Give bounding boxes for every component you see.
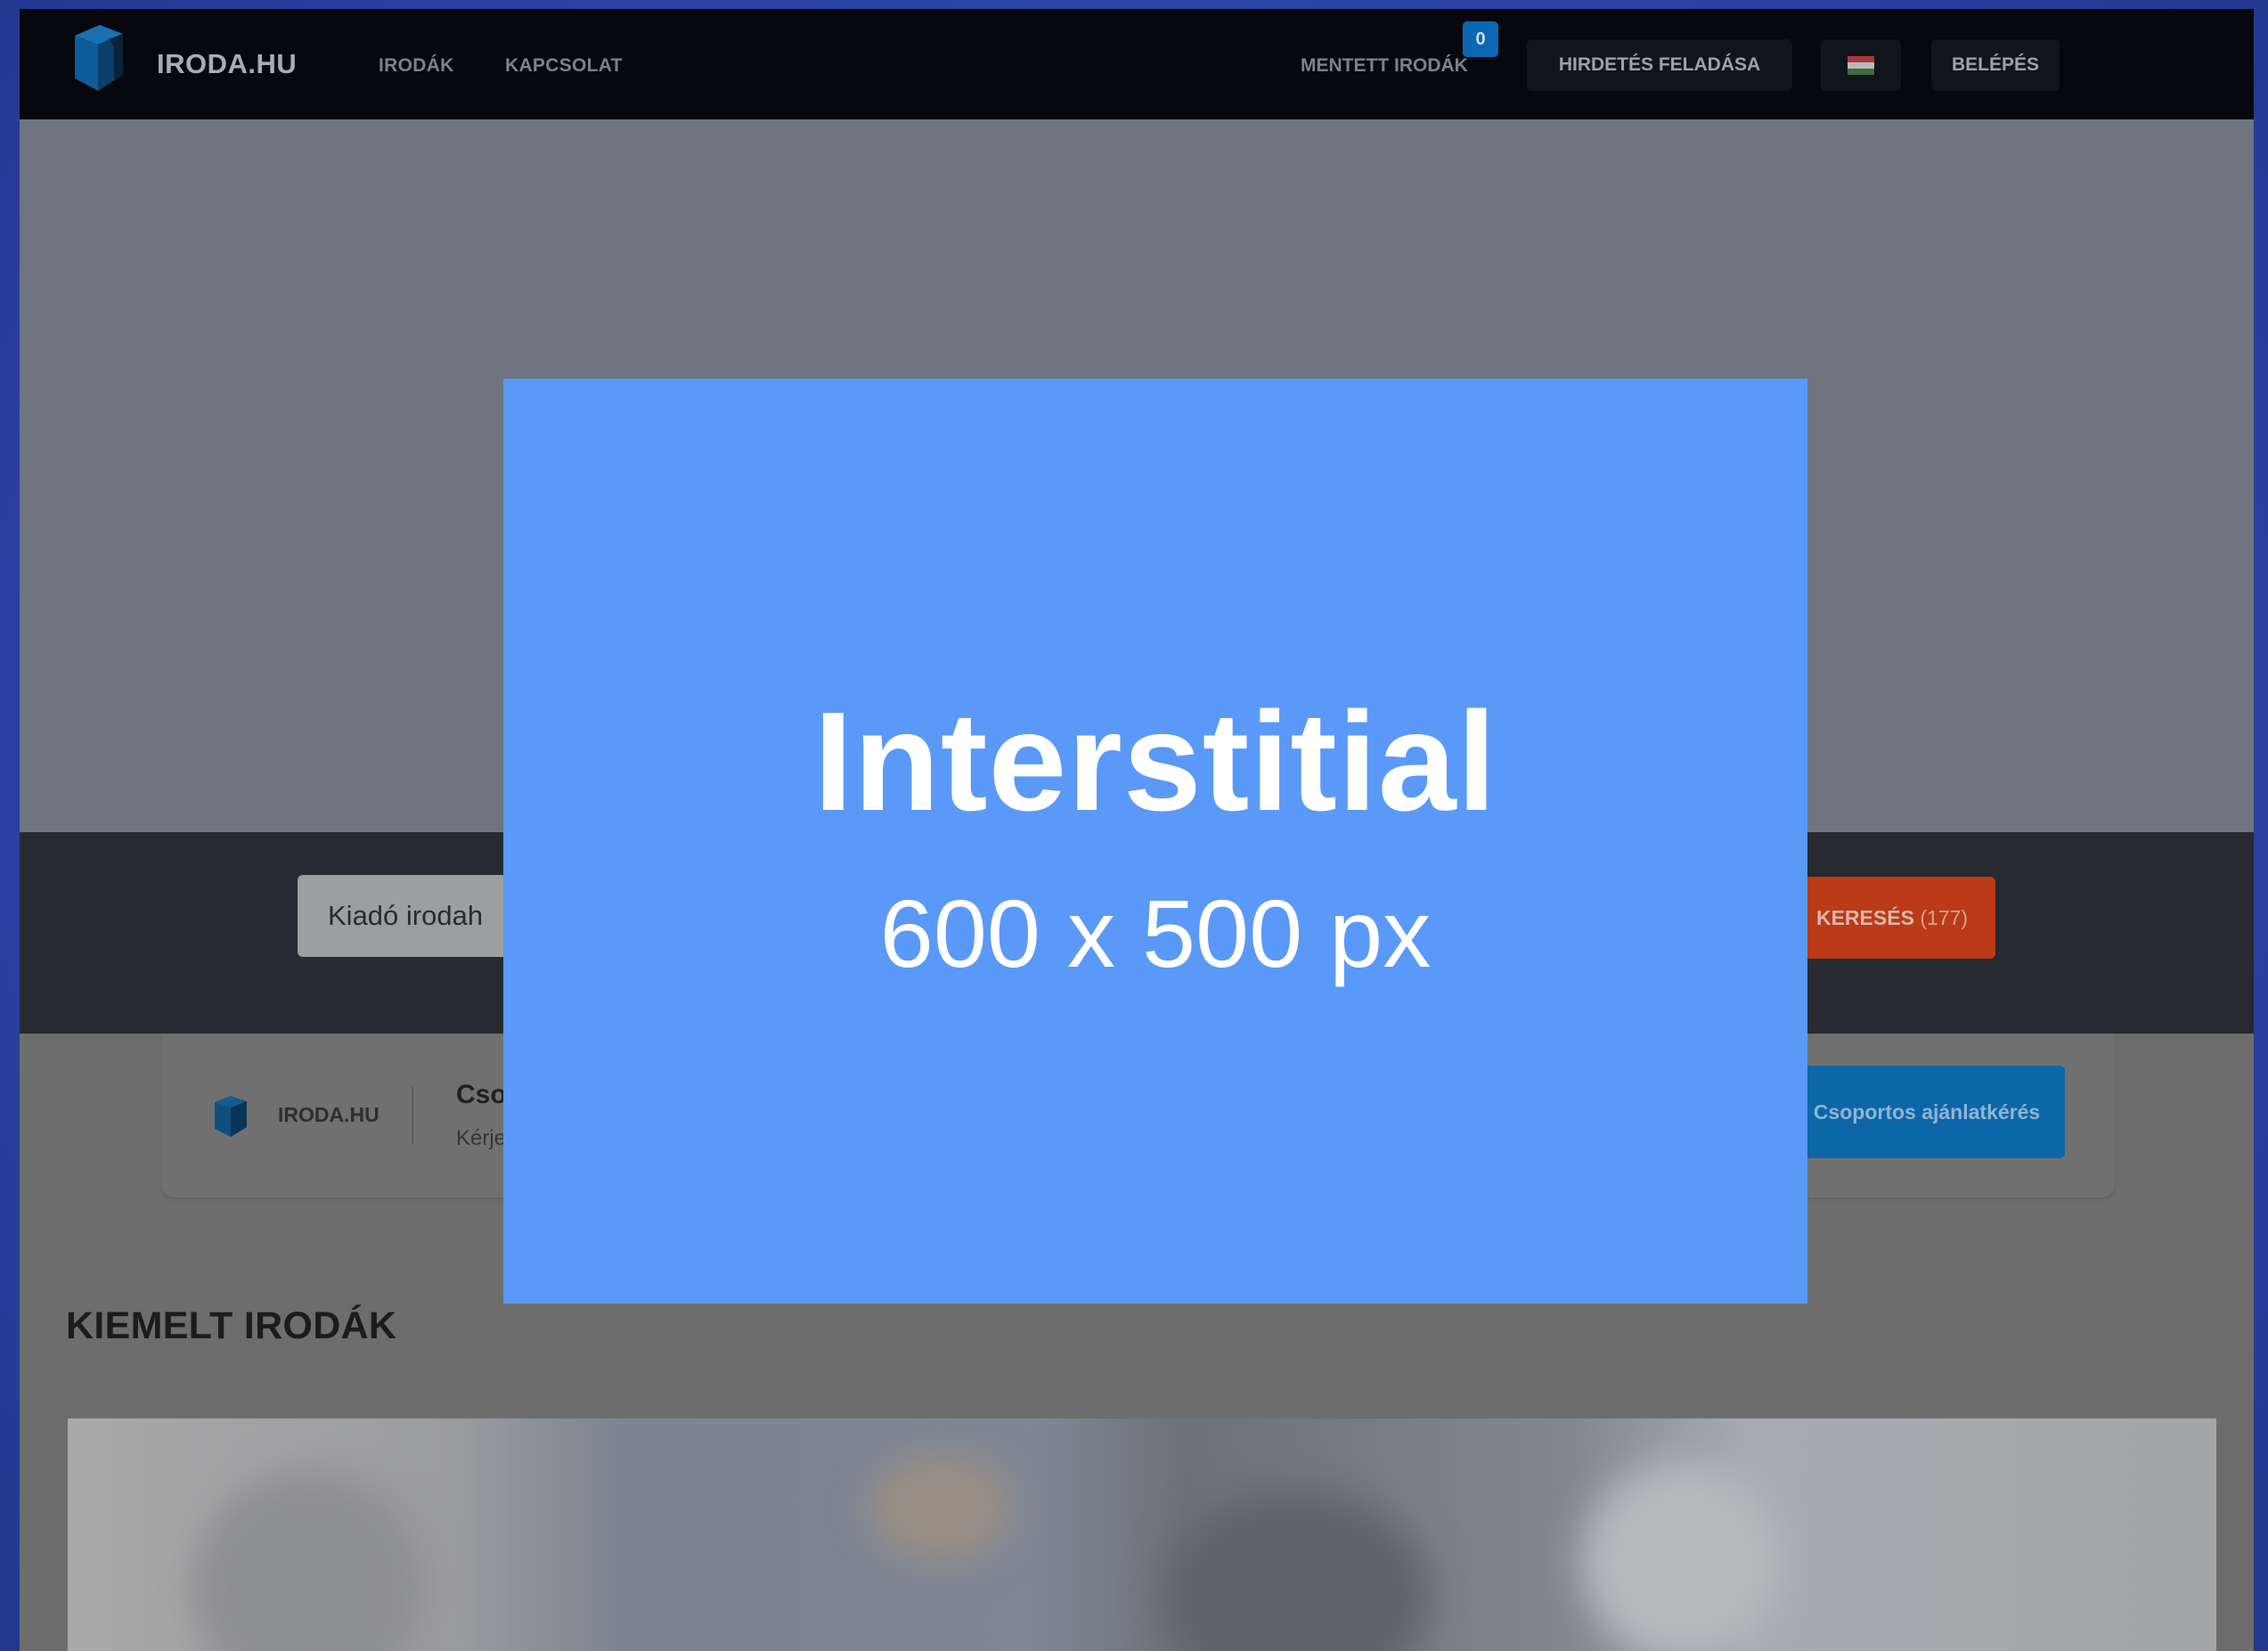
hungary-flag-icon	[1848, 56, 1874, 75]
ad-size-label: 600 x 500 px	[879, 879, 1432, 987]
offer-logo-text: IRODA.HU	[278, 1103, 379, 1126]
saved-offices-link[interactable]: MENTETT IRODÁK	[1301, 55, 1468, 77]
group-quote-button[interactable]: Csoportos ajánlatkérés	[1789, 1066, 2065, 1158]
post-ad-button[interactable]: HIRDETÉS FELADÁSA	[1527, 39, 1792, 91]
login-button[interactable]: BELÉPÉS	[1931, 39, 2060, 91]
cube-logo-icon	[215, 1096, 247, 1137]
search-button-label: KERESÉS	[1815, 906, 1914, 929]
search-result-count: (177)	[1920, 906, 1969, 929]
image-shape	[869, 1454, 1012, 1561]
image-shape	[1163, 1490, 1431, 1651]
image-shape	[192, 1472, 424, 1651]
site-logo-text[interactable]: IRODA.HU	[157, 48, 297, 80]
offer-subtitle: Kérje	[456, 1126, 507, 1150]
featured-offices-heading: KIEMELT IRODÁK	[66, 1304, 397, 1347]
image-shape	[1582, 1463, 1778, 1651]
nav-link-offices[interactable]: IRODÁK	[379, 55, 454, 77]
browser-page: IRODA.HU IRODÁK KAPCSOLAT MENTETT IRODÁK…	[20, 9, 2254, 1651]
divider	[412, 1087, 413, 1144]
search-button[interactable]: KERESÉS (177)	[1789, 877, 1995, 959]
ad-title: Interstitial	[813, 683, 1497, 840]
top-navbar: IRODA.HU IRODÁK KAPCSOLAT MENTETT IRODÁK…	[20, 9, 2254, 119]
offer-title: Cso	[456, 1080, 507, 1109]
nav-link-contact[interactable]: KAPCSOLAT	[505, 55, 623, 77]
language-button[interactable]	[1821, 39, 1901, 91]
cube-logo-icon[interactable]	[69, 20, 128, 93]
interstitial-ad[interactable]: Interstitial 600 x 500 px	[503, 379, 1807, 1304]
saved-count-badge: 0	[1463, 21, 1498, 57]
featured-office-image[interactable]	[68, 1418, 2216, 1651]
